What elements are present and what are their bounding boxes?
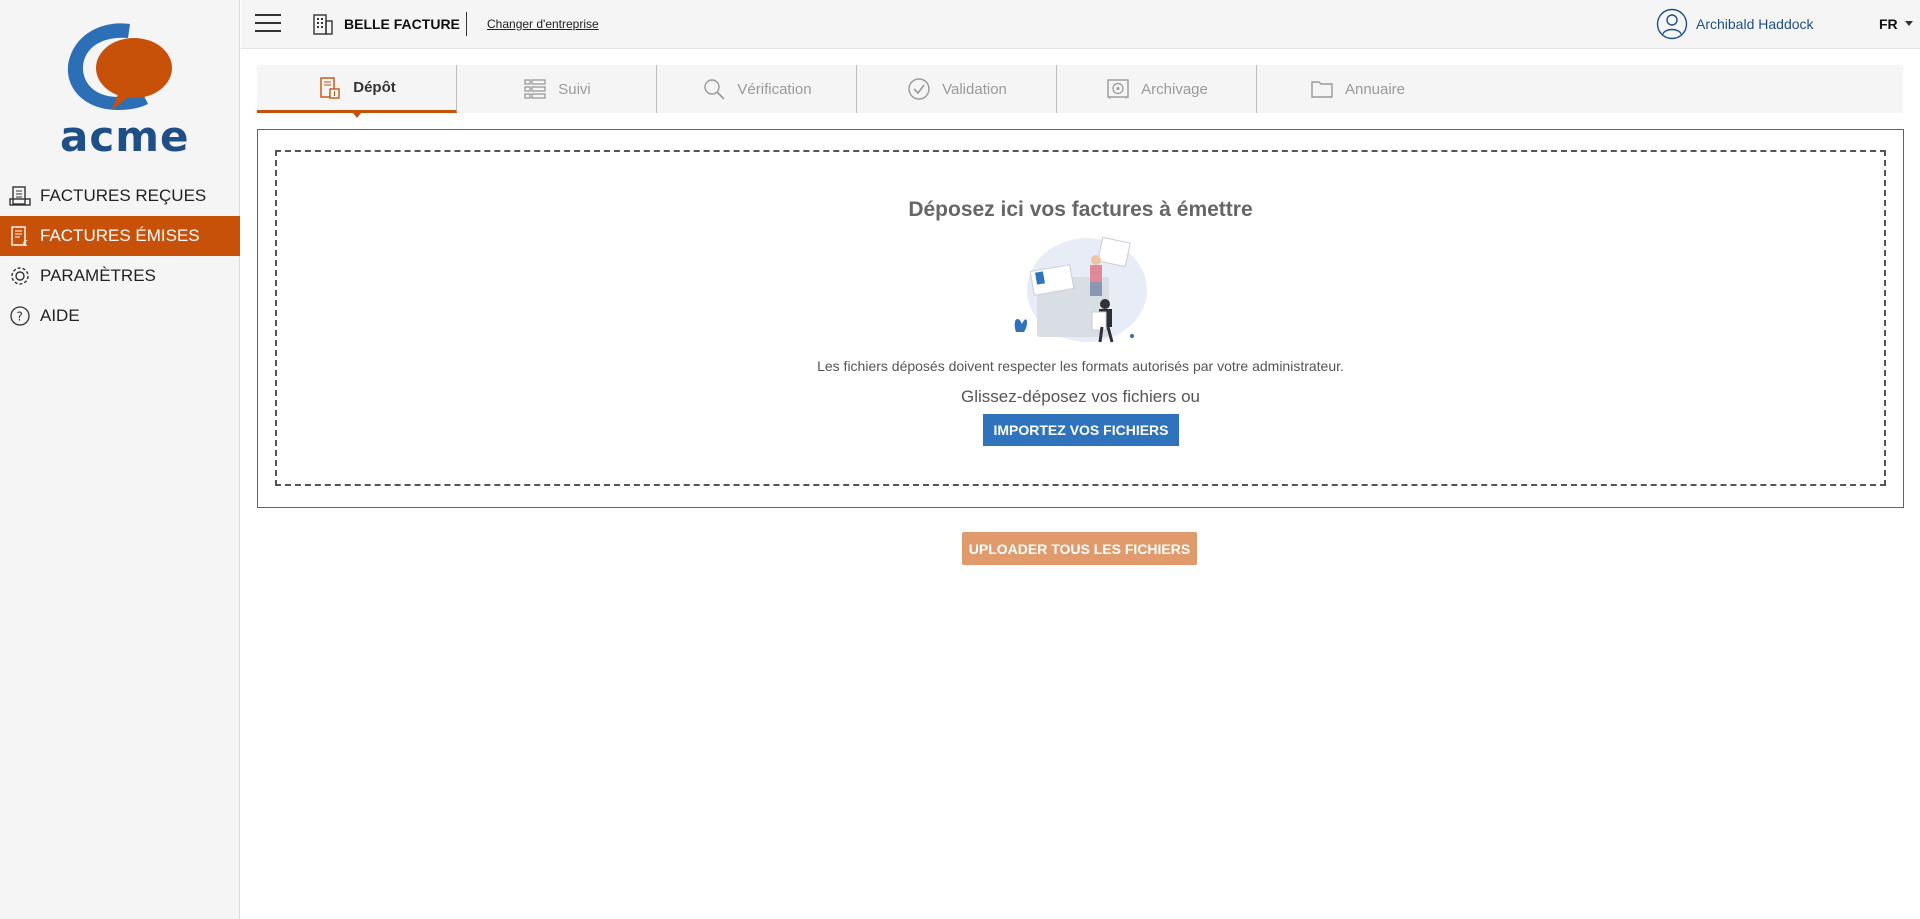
logo-mark: [67, 23, 172, 110]
header-divider: [466, 12, 467, 36]
check-circle-icon: [906, 76, 932, 102]
sidebar-item-label: AIDE: [40, 306, 80, 325]
menu-icon[interactable]: [255, 14, 281, 34]
dropzone-format-note: Les fichiers déposés doivent respecter l…: [817, 358, 1344, 374]
tab-validation[interactable]: Validation: [857, 65, 1057, 113]
change-company-link[interactable]: Changer d'entreprise: [487, 17, 599, 31]
dropzone[interactable]: Déposez ici vos factures à émettre Les f…: [275, 150, 1886, 486]
tab-depot[interactable]: Dépôt: [257, 65, 457, 118]
company-name: BELLE FACTURE: [344, 16, 460, 32]
chevron-down-icon[interactable]: [1905, 21, 1913, 26]
sidebar-item-factures-emises[interactable]: € FACTURES ÉMISES: [0, 216, 240, 256]
building-icon: [311, 12, 335, 36]
user-menu[interactable]: Archibald Haddock: [1656, 8, 1814, 40]
upload-all-button[interactable]: UPLOADER TOUS LES FICHIERS: [962, 532, 1197, 565]
user-avatar-icon: [1656, 8, 1688, 40]
svg-text:?: ?: [17, 310, 23, 324]
user-name: Archibald Haddock: [1696, 16, 1814, 32]
language-selector[interactable]: FR: [1879, 16, 1898, 32]
tab-label: Suivi: [558, 80, 591, 98]
tab-verification[interactable]: Vérification: [657, 65, 857, 113]
deposit-icon: [317, 75, 343, 101]
tab-label: Validation: [942, 80, 1007, 98]
sidebar-item-label: FACTURES ÉMISES: [40, 226, 200, 245]
archive-icon: [1105, 76, 1131, 102]
tab-annuaire[interactable]: Annuaire: [1257, 65, 1457, 113]
help-icon: ?: [8, 304, 32, 328]
tab-label: Annuaire: [1344, 80, 1406, 98]
sidebar-item-parametres[interactable]: PARAMÈTRES: [0, 256, 240, 296]
gear-icon: [8, 264, 32, 288]
tab-suivi[interactable]: Suivi: [457, 65, 657, 113]
import-files-button[interactable]: IMPORTEZ VOS FICHIERS: [983, 414, 1179, 446]
tab-label: Dépôt: [353, 79, 396, 96]
folder-icon: [1309, 76, 1335, 102]
tab-label: Archivage: [1141, 80, 1208, 98]
sidebar-item-factures-recues[interactable]: FACTURES REÇUES: [0, 176, 240, 216]
received-invoices-icon: [8, 184, 32, 208]
tab-archivage[interactable]: Archivage: [1057, 65, 1257, 113]
dropzone-title: Déposez ici vos factures à émettre: [908, 198, 1253, 221]
logo-text: acme: [60, 112, 190, 161]
tab-label: Vérification: [737, 80, 812, 98]
dropzone-hint: Glissez-déposez vos fichiers ou: [960, 387, 1201, 406]
sidebar-item-aide[interactable]: ? AIDE: [0, 296, 240, 336]
list-icon: [522, 76, 548, 102]
top-header: BELLE FACTURE Changer d'entreprise Archi…: [241, 0, 1920, 49]
svg-text:€: €: [23, 239, 28, 247]
search-icon: [701, 76, 727, 102]
upload-illustration: [1002, 232, 1162, 347]
tab-bar: Dépôt Suivi Vérification Validation Arch…: [257, 65, 1903, 118]
sidebar-nav: FACTURES REÇUES € FACTURES ÉMISES PARAMÈ…: [0, 176, 240, 336]
acme-logo: acme: [60, 18, 190, 161]
sidebar-item-label: PARAMÈTRES: [40, 266, 156, 285]
issued-invoices-icon: €: [8, 224, 32, 248]
upload-panel: Déposez ici vos factures à émettre Les f…: [257, 129, 1904, 508]
sidebar: acme FACTURES REÇUES € FACTURES ÉMISES P…: [0, 0, 240, 919]
sidebar-item-label: FACTURES REÇUES: [40, 186, 207, 205]
